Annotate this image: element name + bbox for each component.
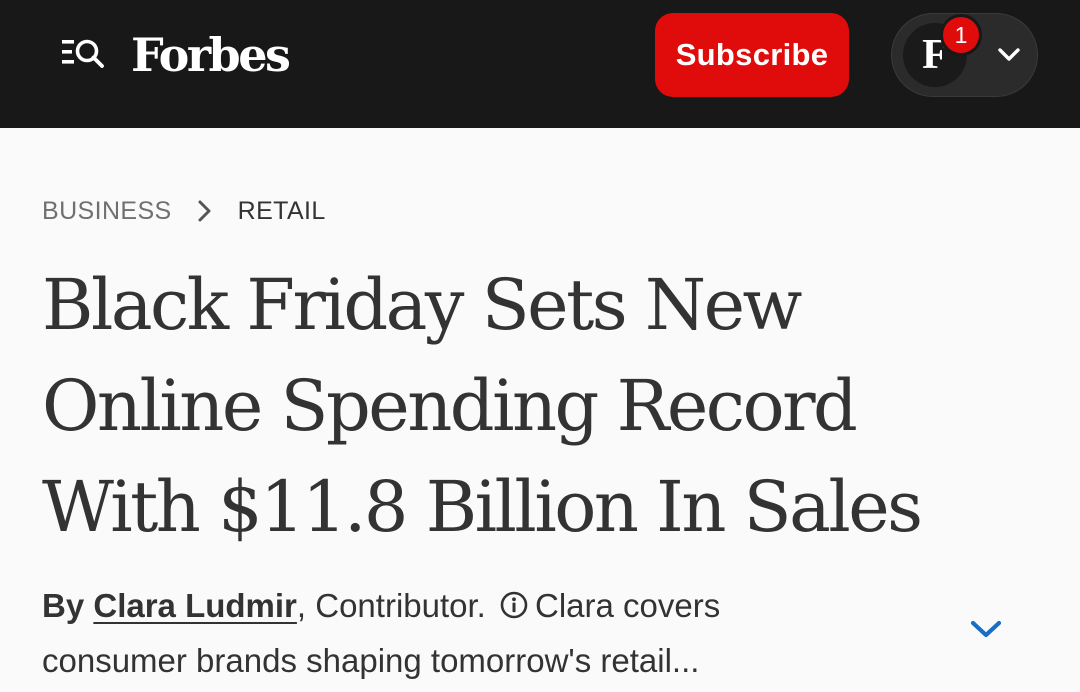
- article-headline: Black Friday Sets New Online Spending Re…: [42, 255, 1042, 558]
- expand-bio-button[interactable]: [968, 616, 1004, 642]
- breadcrumb-item-business[interactable]: BUSINESS: [42, 197, 172, 226]
- chevron-right-icon: [198, 200, 211, 222]
- byline: By Clara Ludmir, Contributor. Clara cove…: [42, 578, 942, 688]
- headline-line: Online Spending Record: [42, 365, 858, 447]
- account-menu-button[interactable]: F 1: [891, 13, 1038, 97]
- breadcrumb-item-retail[interactable]: RETAIL: [238, 197, 326, 226]
- chevron-down-icon: [970, 620, 1002, 638]
- byline-row: By Clara Ludmir, Contributor. Clara cove…: [42, 578, 942, 633]
- chevron-down-icon: [998, 48, 1020, 61]
- forbes-logo[interactable]: Forbes: [131, 20, 291, 90]
- menu-search-icon: [62, 39, 104, 68]
- site-header: Forbes Subscribe F 1: [0, 0, 1080, 128]
- info-icon[interactable]: [499, 590, 529, 620]
- subscribe-button[interactable]: Subscribe: [655, 13, 849, 97]
- byline-comma: ,: [296, 587, 307, 624]
- headline-line: With $11.8 Billion In Sales: [42, 466, 923, 548]
- author-bio: Clara covers: [535, 587, 721, 624]
- notification-badge: 1: [940, 14, 982, 56]
- author-link[interactable]: Clara Ludmir: [93, 587, 297, 624]
- breadcrumb: BUSINESS RETAIL: [42, 193, 326, 229]
- menu-search-button[interactable]: [60, 34, 108, 74]
- headline-line: Black Friday Sets New: [42, 264, 802, 346]
- author-bio-continued: consumer brands shaping tomorrow's retai…: [42, 642, 700, 679]
- author-role: Contributor.: [315, 587, 486, 624]
- byline-by-label: By: [42, 587, 85, 624]
